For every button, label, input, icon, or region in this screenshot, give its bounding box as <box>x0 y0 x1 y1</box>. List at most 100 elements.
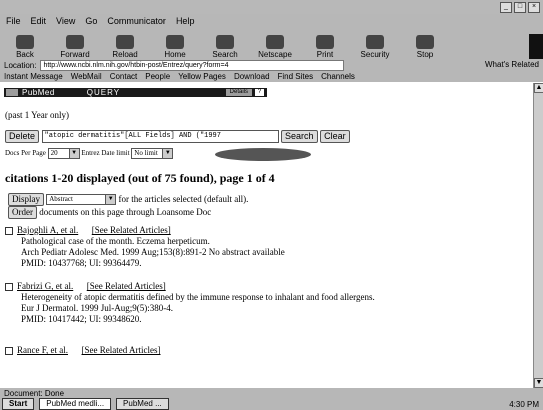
page-content: PubMed QUERY Details ? (past 1 Year only… <box>0 83 533 388</box>
bookmark-webmail[interactable]: WebMail <box>71 72 102 81</box>
entrez-date-select[interactable]: No limit ▼ <box>131 148 174 159</box>
window-titlebar: _ □ × <box>0 0 543 14</box>
task-pubmed[interactable]: PubMed ... <box>116 398 169 410</box>
order-row: Order documents on this page through Loa… <box>8 206 211 219</box>
order-button[interactable]: Order <box>8 206 37 219</box>
database-select[interactable] <box>6 89 18 96</box>
chevron-down-icon: ▼ <box>162 149 173 158</box>
scroll-up-icon[interactable]: ▲ <box>534 83 543 93</box>
search-input[interactable]: "atopic dermatitis"[ALL Fields] AND ("19… <box>41 130 279 143</box>
scroll-down-icon[interactable]: ▼ <box>534 378 543 388</box>
back-icon <box>16 35 34 49</box>
docs-per-page-label: Docs Per Page <box>5 149 46 158</box>
bookmark-channels[interactable]: Channels <box>321 72 355 81</box>
citation-ids: PMID: 10417442; UI: 99348620. <box>21 314 142 324</box>
bookmark-download[interactable]: Download <box>234 72 270 81</box>
query-label: QUERY <box>86 88 121 97</box>
results-heading: citations 1-20 displayed (out of 75 foun… <box>5 171 275 185</box>
database-label: PubMed <box>22 88 55 97</box>
citation-authors-link[interactable]: Fabrizi G, et al. <box>17 281 73 291</box>
menu-communicator[interactable]: Communicator <box>107 16 166 26</box>
menu-help[interactable]: Help <box>176 16 195 26</box>
location-label: Location: <box>4 60 37 70</box>
menu-view[interactable]: View <box>56 16 75 26</box>
status-bar: Document: Done <box>0 388 543 398</box>
display-button[interactable]: Display <box>8 193 44 206</box>
back-button[interactable]: Back <box>8 35 42 59</box>
citation-source: Eur J Dermatol. 1999 Jul-Aug;9(5):380-4. <box>21 303 173 313</box>
see-related-link[interactable]: [See Related Articles] <box>87 281 166 291</box>
personal-toolbar: Instant Message WebMail Contact People Y… <box>0 71 543 82</box>
menu-edit[interactable]: Edit <box>31 16 47 26</box>
citation-authors-link[interactable]: Rance F, et al. <box>17 345 68 355</box>
search-submit-button[interactable]: Search <box>281 130 318 143</box>
search-icon <box>216 35 234 49</box>
bookmark-instant-message[interactable]: Instant Message <box>4 72 63 81</box>
print-button[interactable]: Print <box>308 35 342 59</box>
maximize-icon[interactable]: □ <box>514 2 526 13</box>
citation-checkbox[interactable] <box>5 346 13 355</box>
bookmark-yellow-pages[interactable]: Yellow Pages <box>178 72 226 81</box>
citation-title: Heterogeneity of atopic dermatitis defin… <box>21 292 375 302</box>
clear-button[interactable]: Clear <box>320 130 350 143</box>
citation-item: Bajoghli A, et al. [See Related Articles… <box>5 225 285 269</box>
forward-icon <box>66 35 84 49</box>
reload-button[interactable]: Reload <box>108 35 142 59</box>
citation-checkbox[interactable] <box>5 282 13 291</box>
taskbar: Start PubMed medli... PubMed ... 4:30 PM <box>0 398 543 410</box>
navigation-toolbar: Back Forward Reload Home Search Netscape… <box>0 28 543 59</box>
minimize-icon[interactable]: _ <box>500 2 512 13</box>
menu-bar: File Edit View Go Communicator Help <box>0 14 543 28</box>
system-clock: 4:30 PM <box>509 399 539 409</box>
citation-title: Pathological case of the month. Eczema h… <box>21 236 210 246</box>
citation-authors-link[interactable]: Bajoghli A, et al. <box>17 225 78 235</box>
see-related-link[interactable]: [See Related Articles] <box>82 345 161 355</box>
security-icon <box>366 35 384 49</box>
close-icon[interactable]: × <box>528 2 540 13</box>
netscape-throbber-icon <box>529 34 543 60</box>
netscape-button[interactable]: Netscape <box>258 35 292 59</box>
start-button[interactable]: Start <box>2 398 35 410</box>
bookmark-find-sites[interactable]: Find Sites <box>278 72 314 81</box>
help-icon[interactable]: ? <box>255 89 264 96</box>
display-row: Display Abstract ▼ for the articles selec… <box>8 193 248 206</box>
citation-ids: PMID: 10437768; UI: 99364479. <box>21 258 142 268</box>
status-text: Document: Done <box>4 388 65 398</box>
display-format-select[interactable]: Abstract ▼ <box>46 194 117 206</box>
date-restriction-note: (past 1 Year only) <box>5 110 69 120</box>
menu-file[interactable]: File <box>6 16 21 26</box>
chevron-down-icon: ▼ <box>68 149 79 158</box>
forward-button[interactable]: Forward <box>58 35 92 59</box>
search-button[interactable]: Search <box>208 35 242 59</box>
location-bar: Location: http://www.ncbi.nlm.nih.gov/ht… <box>0 59 543 71</box>
docs-per-page-select[interactable]: 20 ▼ <box>47 148 80 159</box>
citation-item: Rance F, et al. [See Related Articles] <box>5 345 161 356</box>
home-button[interactable]: Home <box>158 35 192 59</box>
limits-row: Docs Per Page 20 ▼ Entrez Date limit No l… <box>5 148 174 159</box>
entrez-date-label: Entrez Date limit <box>81 149 130 158</box>
delete-button[interactable]: Delete <box>5 130 40 143</box>
see-related-link[interactable]: [See Related Articles] <box>92 225 171 235</box>
query-bar: PubMed QUERY Details ? <box>4 88 267 97</box>
details-button[interactable]: Details <box>225 89 252 96</box>
preview-index-button[interactable] <box>215 148 311 161</box>
stop-icon <box>416 35 434 49</box>
whats-related-button[interactable]: What's Related <box>485 60 539 69</box>
search-row: Delete "atopic dermatitis"[ALL Fields] A… <box>5 130 350 143</box>
order-note: documents on this page through Loansome … <box>39 207 212 217</box>
home-icon <box>166 35 184 49</box>
vertical-scrollbar[interactable]: ▲ ▼ <box>533 83 543 388</box>
reload-icon <box>116 35 134 49</box>
stop-button[interactable]: Stop <box>408 35 442 59</box>
bookmark-contact[interactable]: Contact <box>110 72 138 81</box>
display-note: for the articles selected (default all). <box>118 194 249 204</box>
url-input[interactable]: http://www.ncbi.nlm.nih.gov/htbin-post/E… <box>40 59 345 71</box>
security-button[interactable]: Security <box>358 35 392 59</box>
citation-source: Arch Pediatr Adolesc Med. 1999 Aug;153(8… <box>21 247 285 257</box>
bookmark-people[interactable]: People <box>145 72 170 81</box>
menu-go[interactable]: Go <box>85 16 97 26</box>
task-pubmed-medline[interactable]: PubMed medli... <box>39 398 112 410</box>
citation-checkbox[interactable] <box>5 226 13 235</box>
netscape-icon <box>266 35 284 49</box>
print-icon <box>316 35 334 49</box>
